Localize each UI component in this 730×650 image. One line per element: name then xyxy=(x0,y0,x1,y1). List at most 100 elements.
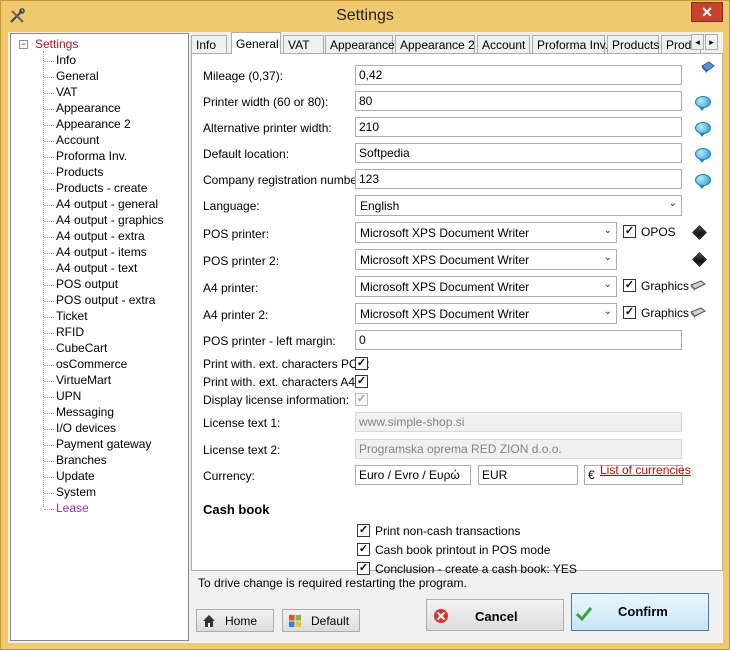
display-license-checkbox[interactable]: ✓ xyxy=(355,393,368,406)
tree-connector xyxy=(44,445,54,446)
printer-icon[interactable] xyxy=(690,306,706,318)
tree-connector xyxy=(44,253,54,254)
tree-item-label: Appearance xyxy=(56,101,121,115)
conclusion-checkbox[interactable]: ✓ xyxy=(357,562,370,575)
pos-margin-label: POS printer - left margin: xyxy=(203,334,336,348)
tree-connector xyxy=(44,365,54,366)
a4-2-graphics-checkbox[interactable]: ✓ xyxy=(623,306,636,319)
tree-root-label: Settings xyxy=(35,37,79,51)
pos-printer-select[interactable]: Microsoft XPS Document Writer ⌄ xyxy=(355,222,617,243)
title-bar: Settings ✕ xyxy=(1,1,729,31)
language-label: Language: xyxy=(203,199,260,213)
tree-item-label: A4 output - general xyxy=(56,197,159,211)
pos-margin-field[interactable]: 0 xyxy=(355,330,682,350)
cube-icon[interactable] xyxy=(692,252,707,267)
settings-window: Settings ✕ − Settings Info General VAT Appe… xyxy=(0,0,730,650)
default-location-field[interactable]: Softpedia xyxy=(355,143,682,163)
printer-width-field[interactable]: 80 xyxy=(355,91,682,111)
tree-connector xyxy=(44,301,54,302)
language-value: English xyxy=(360,199,400,213)
info-bubble-icon[interactable] xyxy=(695,174,711,189)
client-area: − Settings Info General VAT Appearance Appea… xyxy=(8,32,723,643)
tab-vat[interactable]: VAT xyxy=(283,35,324,54)
tree-item-label: Branches xyxy=(56,453,107,467)
tree-item-label: A4 output - text xyxy=(56,261,138,275)
cash-book-pos-label: Cash book printout in POS mode xyxy=(375,543,551,557)
tree-connector xyxy=(44,61,54,62)
chevron-down-icon: ⌄ xyxy=(603,279,612,290)
a4-graphics-checkbox[interactable]: ✓ xyxy=(623,279,636,292)
tree-item-label: CubeCart xyxy=(56,341,108,355)
company-reg-field[interactable]: 123 xyxy=(355,169,682,189)
window-title: Settings xyxy=(336,7,394,24)
cube-icon[interactable] xyxy=(692,225,707,240)
settings-tree: − Settings Info General VAT Appearance Appea… xyxy=(10,33,189,641)
tree-item-label: Products xyxy=(56,165,104,179)
mileage-label: Mileage (0,37): xyxy=(203,69,284,83)
list-of-currencies-link[interactable]: List of currencies xyxy=(600,463,691,477)
home-button[interactable]: Home xyxy=(196,609,274,632)
info-bubble-icon[interactable] xyxy=(695,122,711,137)
a4-printer2-select[interactable]: Microsoft XPS Document Writer ⌄ xyxy=(355,303,617,324)
tab-proforma-inv[interactable]: Proforma Inv. xyxy=(532,35,608,54)
tree-item-label: System xyxy=(56,485,97,499)
cash-book-title: Cash book xyxy=(203,502,270,517)
checkmark-icon xyxy=(576,607,592,621)
license1-field[interactable]: www.simple-shop.si xyxy=(355,412,682,432)
print-non-cash-checkbox[interactable]: ✓ xyxy=(357,524,370,537)
tab-scroll-left-icon[interactable]: ◂ xyxy=(691,34,704,50)
tab-account[interactable]: Account xyxy=(477,35,530,54)
confirm-label: Confirm xyxy=(618,604,668,619)
help-book-icon[interactable] xyxy=(700,60,716,74)
tree-item-label: osCommerce xyxy=(56,357,128,371)
a4-printer-label: A4 printer: xyxy=(203,281,259,295)
collapse-icon[interactable]: − xyxy=(19,40,28,49)
company-reg-label: Company registration number: xyxy=(203,173,365,187)
chevron-down-icon: ⌄ xyxy=(603,306,612,317)
tree-item-label: A4 output - graphics xyxy=(56,213,164,227)
tree-connector xyxy=(44,157,54,158)
language-select[interactable]: English ⌄ xyxy=(355,195,682,216)
currency-name-field[interactable]: Euro / Evro / Ευρώ xyxy=(355,465,471,485)
a4-printer2-label: A4 printer 2: xyxy=(203,308,269,322)
tree-connector xyxy=(44,269,54,270)
tree-item-label: RFID xyxy=(56,325,84,339)
print-ext-a4-checkbox[interactable]: ✓ xyxy=(355,375,368,388)
tab-appearance-2[interactable]: Appearance 2 xyxy=(395,35,475,54)
cancel-button[interactable]: Cancel xyxy=(426,599,564,631)
tree-connector xyxy=(44,413,54,414)
close-button[interactable]: ✕ xyxy=(691,2,723,22)
a4-printer-select[interactable]: Microsoft XPS Document Writer ⌄ xyxy=(355,276,617,297)
pos-printer2-select[interactable]: Microsoft XPS Document Writer ⌄ xyxy=(355,249,617,270)
tab-general[interactable]: General xyxy=(231,32,281,54)
alt-printer-width-field[interactable]: 210 xyxy=(355,117,682,137)
home-label: Home xyxy=(225,614,258,628)
info-bubble-icon[interactable] xyxy=(695,96,711,111)
tree-connector xyxy=(44,77,54,78)
conclusion-label: Conclusion - create a cash book: YES xyxy=(375,562,577,576)
default-button[interactable]: Default xyxy=(282,609,360,632)
info-bubble-icon[interactable] xyxy=(695,148,711,163)
currency-code-field[interactable]: EUR xyxy=(478,465,578,485)
display-license-label: Display license information: xyxy=(203,393,350,407)
opos-checkbox[interactable]: ✓ xyxy=(623,225,636,238)
tab-appearance[interactable]: Appearance xyxy=(325,35,395,54)
currency-label: Currency: xyxy=(203,469,256,483)
cancel-x-icon xyxy=(434,609,448,623)
confirm-button[interactable]: Confirm xyxy=(571,593,709,631)
tree-connector xyxy=(44,205,54,206)
license2-label: License text 2: xyxy=(203,443,281,457)
license2-field[interactable]: Programska oprema RED ZION d.o.o. xyxy=(355,439,682,459)
print-ext-pos-checkbox[interactable]: ✓ xyxy=(355,357,368,370)
printer-icon[interactable] xyxy=(690,279,706,291)
mileage-field[interactable]: 0,42 xyxy=(355,65,682,85)
tab-products[interactable]: Products xyxy=(607,35,659,54)
tree-item-label: Appearance 2 xyxy=(56,117,131,131)
tab-scroll-right-icon[interactable]: ▸ xyxy=(705,34,718,50)
tree-connector xyxy=(44,493,54,494)
tree-connector xyxy=(44,125,54,126)
cash-book-pos-checkbox[interactable]: ✓ xyxy=(357,543,370,556)
tab-info[interactable]: Info xyxy=(191,35,227,54)
cancel-label: Cancel xyxy=(475,609,518,624)
pos-printer-value: Microsoft XPS Document Writer xyxy=(360,226,530,240)
